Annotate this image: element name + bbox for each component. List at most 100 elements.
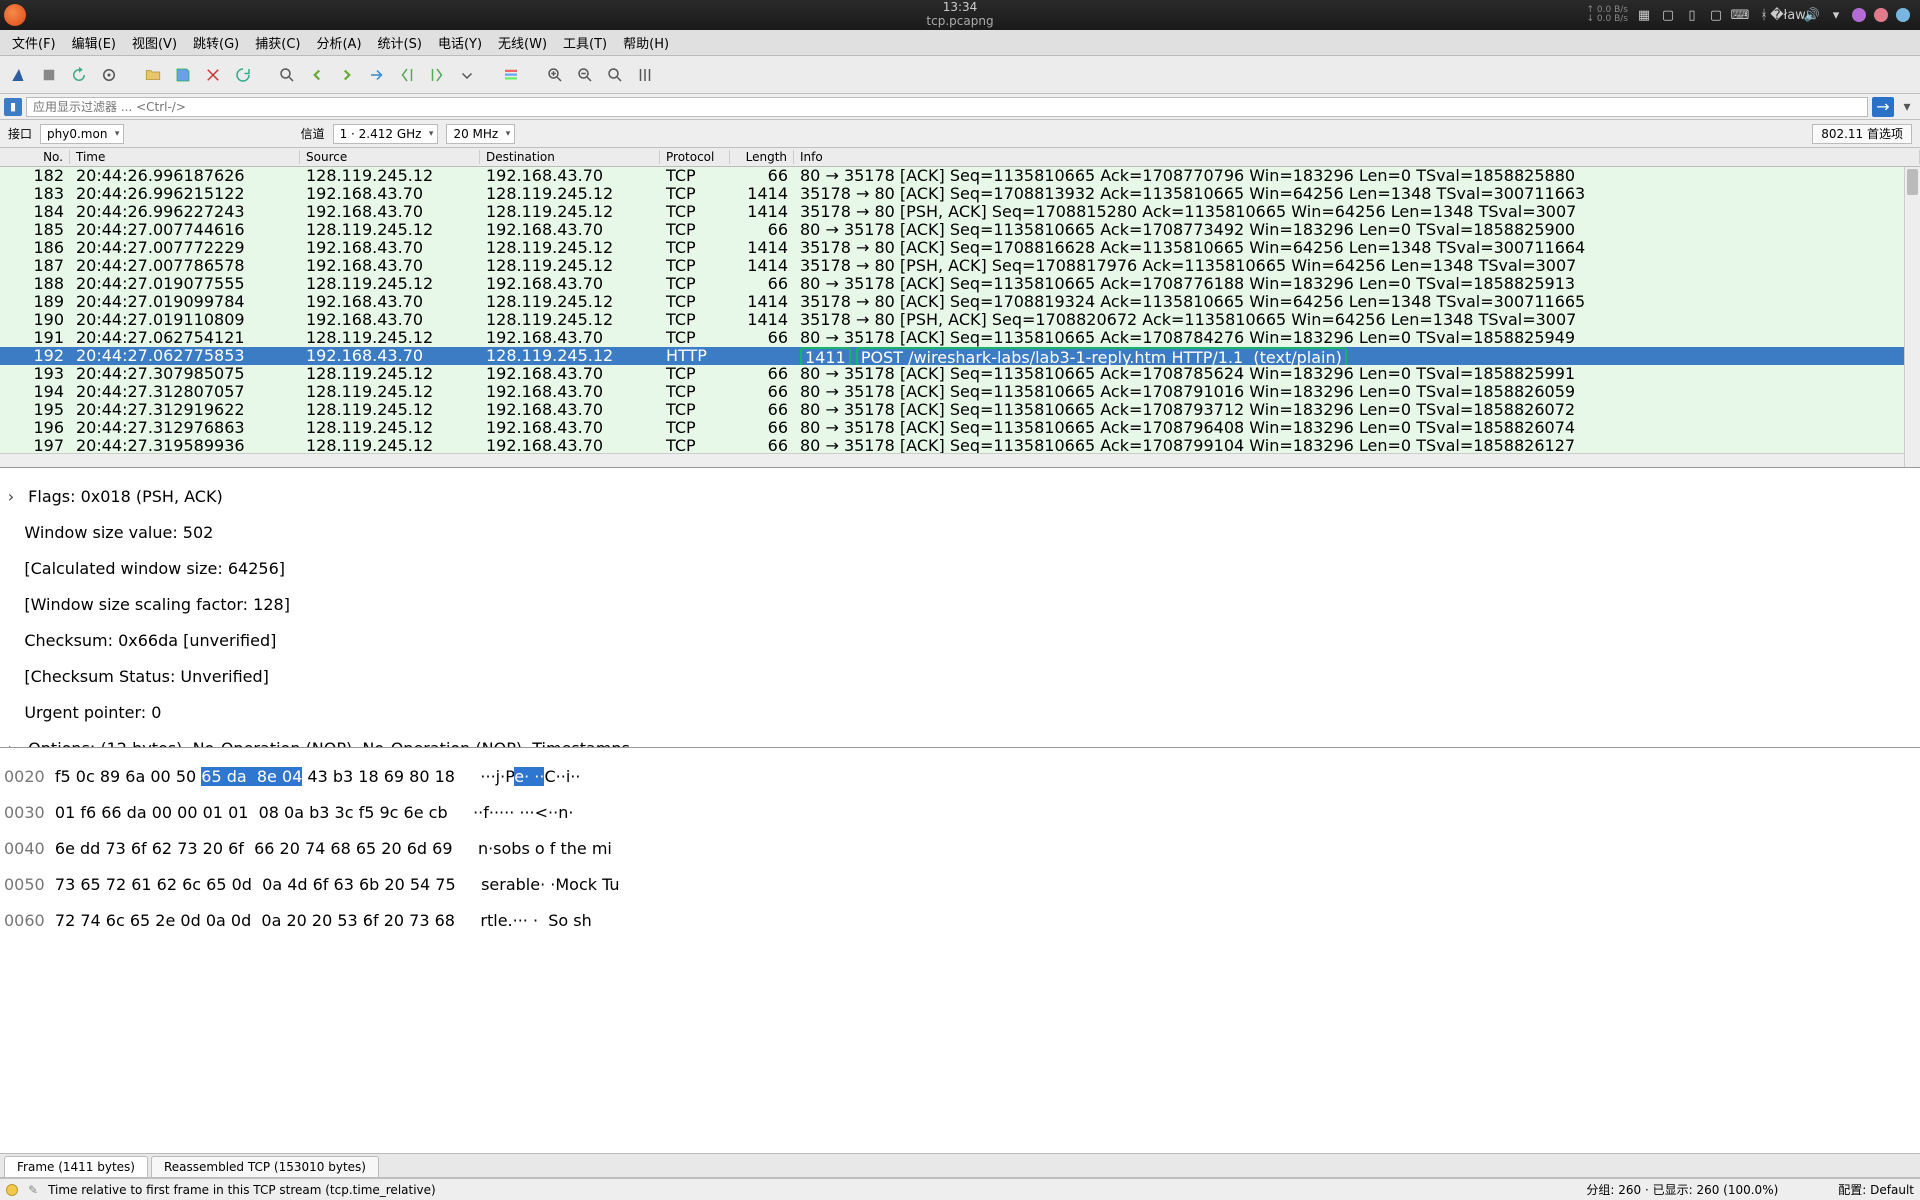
monitor-icon[interactable]: ▢	[1708, 7, 1724, 23]
save-file-icon[interactable]	[170, 62, 196, 88]
colorize-icon[interactable]	[498, 62, 524, 88]
menu-analyze[interactable]: 分析(A)	[310, 31, 367, 54]
packet-row[interactable]: 19420:44:27.312807057128.119.245.12192.1…	[0, 383, 1920, 401]
open-file-icon[interactable]	[140, 62, 166, 88]
menu-view[interactable]: 视图(V)	[126, 31, 183, 54]
col-proto[interactable]: Protocol	[660, 150, 730, 164]
bookmark-filter-icon[interactable]: ▮	[4, 98, 22, 116]
launcher-icon[interactable]	[4, 4, 26, 26]
apply-filter-button[interactable]: →	[1872, 97, 1894, 117]
tab-reassembled[interactable]: Reassembled TCP (153010 bytes)	[151, 1156, 379, 1177]
status-profile[interactable]: 配置: Default	[1838, 1181, 1914, 1198]
close-file-icon[interactable]	[200, 62, 226, 88]
packet-row[interactable]: 18820:44:27.019077555128.119.245.12192.1…	[0, 275, 1920, 293]
menu-file[interactable]: 文件(F)	[6, 31, 62, 54]
detail-urgent[interactable]: Urgent pointer: 0	[24, 703, 161, 722]
expert-info-icon[interactable]	[6, 1184, 18, 1196]
wireless-prefs-button[interactable]: 802.11 首选项	[1812, 124, 1912, 144]
wm-tile-icon[interactable]: ▦	[1636, 7, 1652, 23]
keyboard-icon[interactable]: ⌨	[1732, 7, 1748, 23]
menu-go[interactable]: 跳转(G)	[187, 31, 245, 54]
detail-checksum[interactable]: Checksum: 0x66da [unverified]	[24, 631, 276, 650]
packet-row[interactable]: 19220:44:27.062775853192.168.43.70128.11…	[0, 347, 1920, 365]
hex-row[interactable]: 0060 72 74 6c 65 2e 0d 0a 0d 0a 20 20 53…	[4, 912, 1916, 930]
wifi-icon[interactable]: �ław	[1780, 7, 1796, 23]
zoom-reset-icon[interactable]	[602, 62, 628, 88]
packet-list-header[interactable]: No. Time Source Destination Protocol Len…	[0, 148, 1920, 167]
channel-combo[interactable]: 1 · 2.412 GHz	[333, 124, 439, 144]
workspace-dot-purple[interactable]	[1852, 8, 1866, 22]
detail-checkstat[interactable]: [Checksum Status: Unverified]	[24, 667, 269, 686]
detail-calcwin[interactable]: [Calculated window size: 64256]	[24, 559, 285, 578]
col-src[interactable]: Source	[300, 150, 480, 164]
menu-telephony[interactable]: 电话(Y)	[432, 31, 488, 54]
display-filter-input[interactable]	[26, 97, 1868, 117]
col-info[interactable]: Info	[794, 150, 1920, 164]
menu-stats[interactable]: 统计(S)	[372, 31, 428, 54]
col-time[interactable]: Time	[70, 150, 300, 164]
hex-row[interactable]: 0030 01 f6 66 da 00 00 01 01 08 0a b3 3c…	[4, 804, 1916, 822]
menu-edit[interactable]: 编辑(E)	[66, 31, 122, 54]
clipboard-icon[interactable]: ▯	[1684, 7, 1700, 23]
packet-details[interactable]: › Flags: 0x018 (PSH, ACK) Window size va…	[0, 468, 1920, 748]
desktop-icon[interactable]: ▢	[1660, 7, 1676, 23]
restart-capture-icon[interactable]	[66, 62, 92, 88]
go-forward-icon[interactable]	[334, 62, 360, 88]
packet-list[interactable]: No. Time Source Destination Protocol Len…	[0, 148, 1920, 468]
workspace-dot-pink[interactable]	[1874, 8, 1888, 22]
capture-options-icon[interactable]	[96, 62, 122, 88]
detail-winsize[interactable]: Window size value: 502	[24, 523, 213, 542]
packet-row[interactable]: 19620:44:27.312976863128.119.245.12192.1…	[0, 419, 1920, 437]
detail-winscale[interactable]: [Window size scaling factor: 128]	[24, 595, 290, 614]
bandwidth-combo[interactable]: 20 MHz	[446, 124, 515, 144]
volume-icon[interactable]: 🔊	[1804, 7, 1820, 23]
net-speed: ↑ 0.0 B/s ↓ 0.0 B/s	[1587, 6, 1628, 24]
packet-row[interactable]: 19520:44:27.312919622128.119.245.12192.1…	[0, 401, 1920, 419]
hex-row[interactable]: 0020 f5 0c 89 6a 00 50 65 da 8e 04 43 b3…	[4, 768, 1916, 786]
packet-row[interactable]: 18420:44:26.996227243192.168.43.70128.11…	[0, 203, 1920, 221]
system-top-bar: 13:34 tcp.pcapng ↑ 0.0 B/s ↓ 0.0 B/s ▦ ▢…	[0, 0, 1920, 30]
packet-list-hscroll[interactable]	[0, 453, 1904, 467]
add-filter-button[interactable]: ▾	[1898, 97, 1916, 117]
zoom-out-icon[interactable]	[572, 62, 598, 88]
menu-tools[interactable]: 工具(T)	[557, 31, 613, 54]
packet-row[interactable]: 18620:44:27.007772229192.168.43.70128.11…	[0, 239, 1920, 257]
find-icon[interactable]	[274, 62, 300, 88]
go-to-packet-icon[interactable]	[364, 62, 390, 88]
packet-row[interactable]: 18520:44:27.007744616128.119.245.12192.1…	[0, 221, 1920, 239]
go-back-icon[interactable]	[304, 62, 330, 88]
menu-capture[interactable]: 捕获(C)	[249, 31, 306, 54]
packet-row[interactable]: 18320:44:26.996215122192.168.43.70128.11…	[0, 185, 1920, 203]
display-filter-bar: ▮ → ▾	[0, 94, 1920, 120]
packet-row[interactable]: 18220:44:26.996187626128.119.245.12192.1…	[0, 167, 1920, 185]
interface-combo[interactable]: phy0.mon	[40, 124, 124, 144]
packet-row[interactable]: 19320:44:27.307985075128.119.245.12192.1…	[0, 365, 1920, 383]
hex-row[interactable]: 0050 73 65 72 61 62 6c 65 0d 0a 4d 6f 63…	[4, 876, 1916, 894]
col-len[interactable]: Length	[730, 150, 794, 164]
tab-frame[interactable]: Frame (1411 bytes)	[4, 1156, 148, 1177]
packet-row[interactable]: 18720:44:27.007786578192.168.43.70128.11…	[0, 257, 1920, 275]
packet-bytes[interactable]: 0020 f5 0c 89 6a 00 50 65 da 8e 04 43 b3…	[0, 748, 1920, 1154]
col-no[interactable]: No.	[0, 150, 70, 164]
packet-row[interactable]: 19020:44:27.019110809192.168.43.70128.11…	[0, 311, 1920, 329]
auto-scroll-icon[interactable]	[454, 62, 480, 88]
zoom-in-icon[interactable]	[542, 62, 568, 88]
menu-help[interactable]: 帮助(H)	[617, 31, 675, 54]
detail-options[interactable]: Options: (12 bytes), No-Operation (NOP),…	[28, 739, 630, 748]
menu-wireless[interactable]: 无线(W)	[492, 31, 553, 54]
stop-capture-icon[interactable]	[36, 62, 62, 88]
workspace-dot-blue[interactable]	[1896, 8, 1910, 22]
reload-icon[interactable]	[230, 62, 256, 88]
chevron-down-icon[interactable]: ▾	[1828, 7, 1844, 23]
packet-list-vscroll[interactable]	[1904, 167, 1920, 467]
hex-row[interactable]: 0040 6e dd 73 6f 62 73 20 6f 66 20 74 68…	[4, 840, 1916, 858]
shark-fin-icon[interactable]	[6, 62, 32, 88]
window-title: tcp.pcapng	[926, 14, 993, 28]
detail-flags[interactable]: Flags: 0x018 (PSH, ACK)	[28, 487, 223, 506]
packet-row[interactable]: 18920:44:27.019099784192.168.43.70128.11…	[0, 293, 1920, 311]
go-first-icon[interactable]	[394, 62, 420, 88]
go-last-icon[interactable]	[424, 62, 450, 88]
col-dst[interactable]: Destination	[480, 150, 660, 164]
packet-row[interactable]: 19120:44:27.062754121128.119.245.12192.1…	[0, 329, 1920, 347]
resize-columns-icon[interactable]	[632, 62, 658, 88]
